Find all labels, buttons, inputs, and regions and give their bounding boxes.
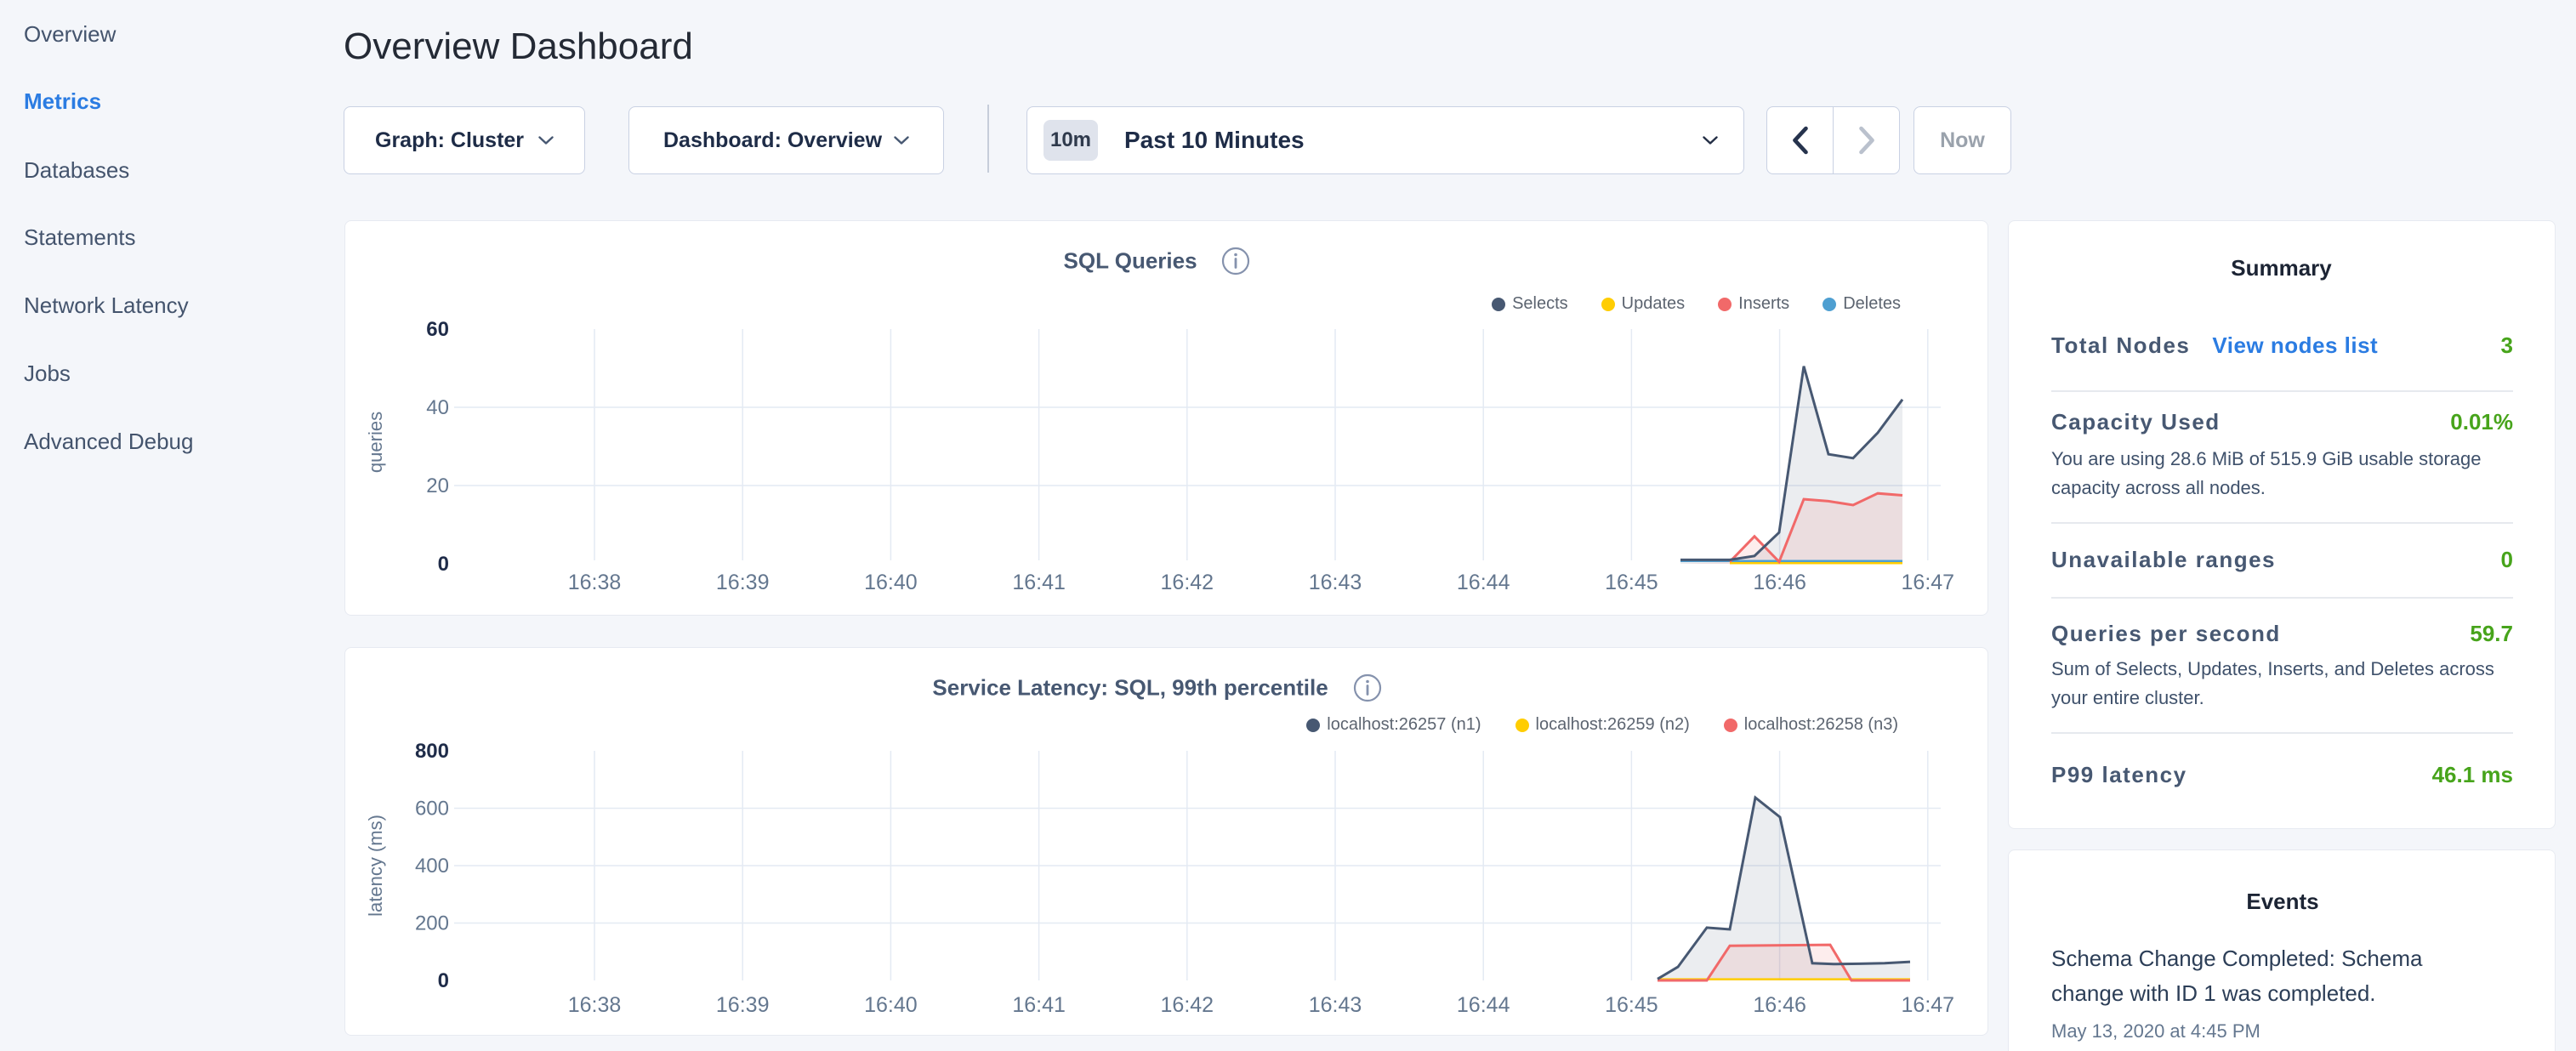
svg-text:16:47: 16:47 <box>1902 571 1955 594</box>
svg-text:16:44: 16:44 <box>1457 993 1510 1017</box>
svg-text:16:43: 16:43 <box>1309 571 1362 594</box>
svg-text:16:46: 16:46 <box>1753 571 1806 594</box>
svg-text:400: 400 <box>415 855 449 878</box>
svg-text:16:40: 16:40 <box>864 571 918 594</box>
svg-text:16:47: 16:47 <box>1902 993 1955 1017</box>
svg-text:16:42: 16:42 <box>1161 993 1214 1017</box>
svg-text:16:41: 16:41 <box>1012 571 1066 594</box>
svg-text:16:39: 16:39 <box>716 571 770 594</box>
svg-text:latency (ms): latency (ms) <box>365 815 386 917</box>
svg-text:queries: queries <box>365 412 386 473</box>
svg-text:40: 40 <box>426 396 449 419</box>
svg-text:800: 800 <box>415 740 449 763</box>
svg-text:16:43: 16:43 <box>1309 993 1362 1017</box>
svg-text:200: 200 <box>415 912 449 935</box>
svg-text:16:46: 16:46 <box>1753 993 1806 1017</box>
svg-text:16:44: 16:44 <box>1457 571 1510 594</box>
svg-text:600: 600 <box>415 798 449 821</box>
svg-text:16:41: 16:41 <box>1012 993 1066 1017</box>
svg-text:16:39: 16:39 <box>716 993 770 1017</box>
svg-text:0: 0 <box>438 969 449 992</box>
svg-text:16:45: 16:45 <box>1605 993 1658 1017</box>
svg-text:0: 0 <box>438 553 449 576</box>
svg-text:16:38: 16:38 <box>568 571 622 594</box>
svg-text:16:40: 16:40 <box>864 993 918 1017</box>
svg-text:16:38: 16:38 <box>568 993 622 1017</box>
svg-text:60: 60 <box>426 318 449 341</box>
svg-text:20: 20 <box>426 474 449 497</box>
svg-text:16:45: 16:45 <box>1605 571 1658 594</box>
svg-text:16:42: 16:42 <box>1161 571 1214 594</box>
